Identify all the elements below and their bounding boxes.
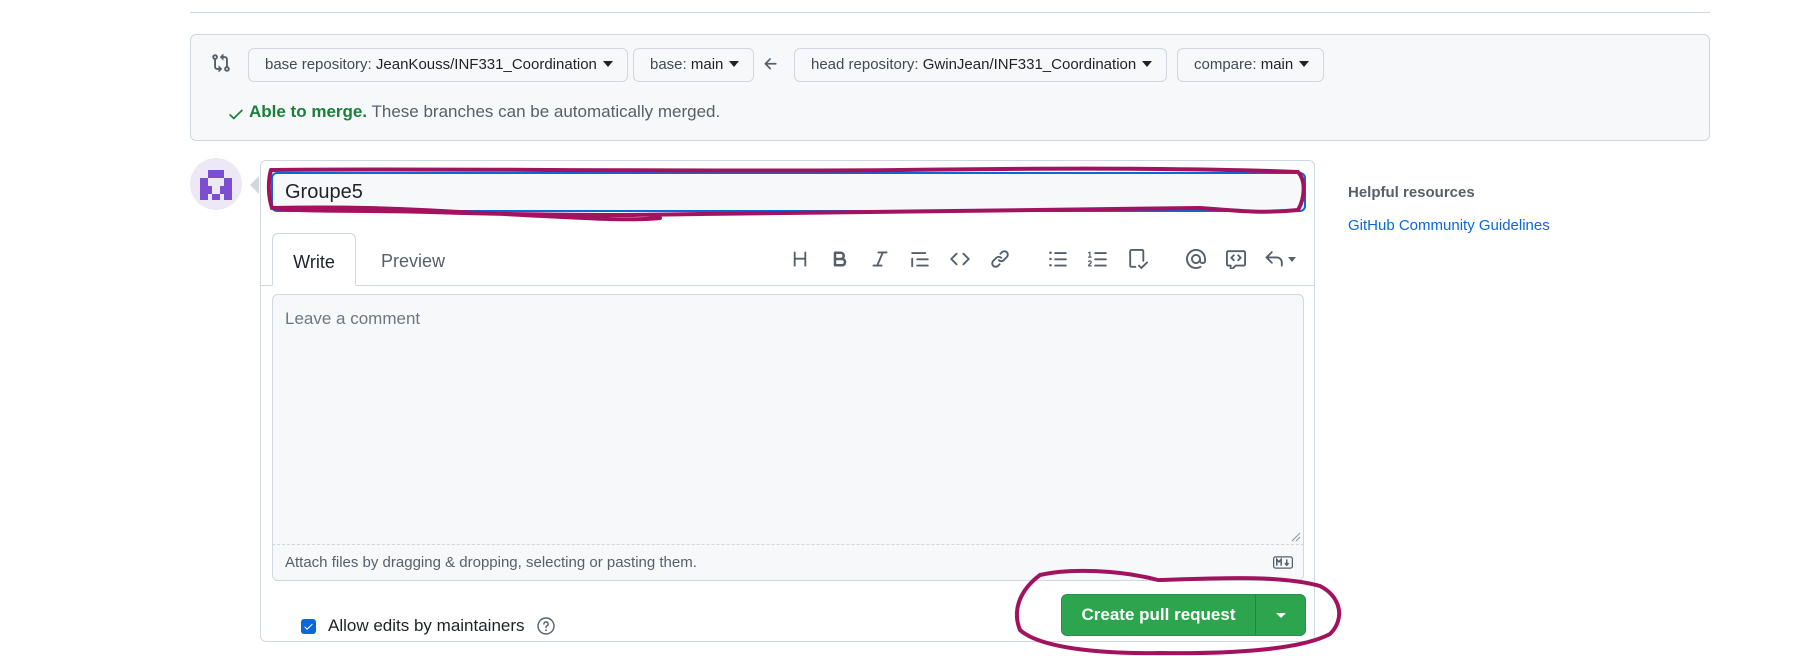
helpful-resources-heading: Helpful resources xyxy=(1348,184,1475,201)
markdown-toolbar xyxy=(780,245,1304,273)
merge-status: Able to merge. These branches can be aut… xyxy=(249,102,721,121)
bold-icon[interactable] xyxy=(820,245,860,273)
editor-tabs: Write Preview xyxy=(261,233,1314,286)
allow-edits-label: Allow edits by maintainers xyxy=(328,616,525,635)
reference-icon[interactable] xyxy=(1216,245,1256,273)
italic-icon[interactable] xyxy=(860,245,900,273)
caret-down-icon xyxy=(1142,61,1153,68)
avatar[interactable] xyxy=(190,158,242,210)
file-attachment-bar[interactable]: Attach files by dragging & dropping, sel… xyxy=(272,544,1304,581)
question-icon[interactable] xyxy=(536,617,555,635)
tab-write[interactable]: Write xyxy=(272,233,356,286)
undo-icon[interactable] xyxy=(1256,245,1304,273)
compare-branch-select[interactable]: compare: main xyxy=(1177,48,1325,82)
top-divider xyxy=(190,12,1710,13)
title-input[interactable]: Groupe5 xyxy=(271,172,1306,212)
caret-down-icon xyxy=(602,61,613,68)
git-compare-icon xyxy=(212,53,230,73)
head-repository-select[interactable]: head repository: GwinJean/INF331_Coordin… xyxy=(794,48,1168,82)
comment-textarea[interactable]: Leave a comment xyxy=(272,294,1304,544)
base-repository-select[interactable]: base repository: JeanKouss/INF331_Coordi… xyxy=(248,48,628,82)
create-pull-request-label[interactable]: Create pull request xyxy=(1062,595,1256,635)
compare-range-box: base repository: JeanKouss/INF331_Coordi… xyxy=(190,34,1710,141)
quote-icon[interactable] xyxy=(900,245,940,273)
attach-hint: Attach files by dragging & dropping, sel… xyxy=(285,554,697,571)
checkmark-icon xyxy=(304,623,313,630)
base-branch-select[interactable]: base: main xyxy=(633,48,755,82)
community-guidelines-link[interactable]: GitHub Community Guidelines xyxy=(1348,217,1550,234)
allow-edits-row: Allow edits by maintainers xyxy=(301,616,555,636)
create-pull-request-button[interactable]: Create pull request xyxy=(1061,594,1306,636)
unordered-list-icon[interactable] xyxy=(1038,245,1078,273)
link-icon[interactable] xyxy=(980,245,1020,273)
mention-icon[interactable] xyxy=(1176,245,1216,273)
allow-edits-checkbox[interactable] xyxy=(301,618,316,634)
caret-down-icon xyxy=(1288,256,1296,262)
heading-icon[interactable] xyxy=(780,245,820,273)
ordered-list-icon[interactable] xyxy=(1078,245,1118,273)
markdown-icon xyxy=(1273,556,1293,569)
pull-request-form: Groupe5 Write Preview Leave a comment At… xyxy=(260,160,1315,642)
caret-down-icon xyxy=(729,61,740,68)
caret-down-icon xyxy=(1299,61,1310,68)
task-list-icon[interactable] xyxy=(1118,245,1158,273)
comment-pointer xyxy=(250,176,259,194)
check-icon xyxy=(229,109,243,120)
identicon-icon xyxy=(200,170,232,200)
resize-grip-icon[interactable] xyxy=(1291,532,1301,542)
tab-preview[interactable]: Preview xyxy=(381,233,445,285)
create-options-dropdown[interactable] xyxy=(1256,595,1305,635)
caret-down-icon xyxy=(1275,612,1286,618)
comment-placeholder: Leave a comment xyxy=(285,309,421,328)
code-icon[interactable] xyxy=(940,245,980,273)
arrow-left-icon xyxy=(764,58,777,70)
